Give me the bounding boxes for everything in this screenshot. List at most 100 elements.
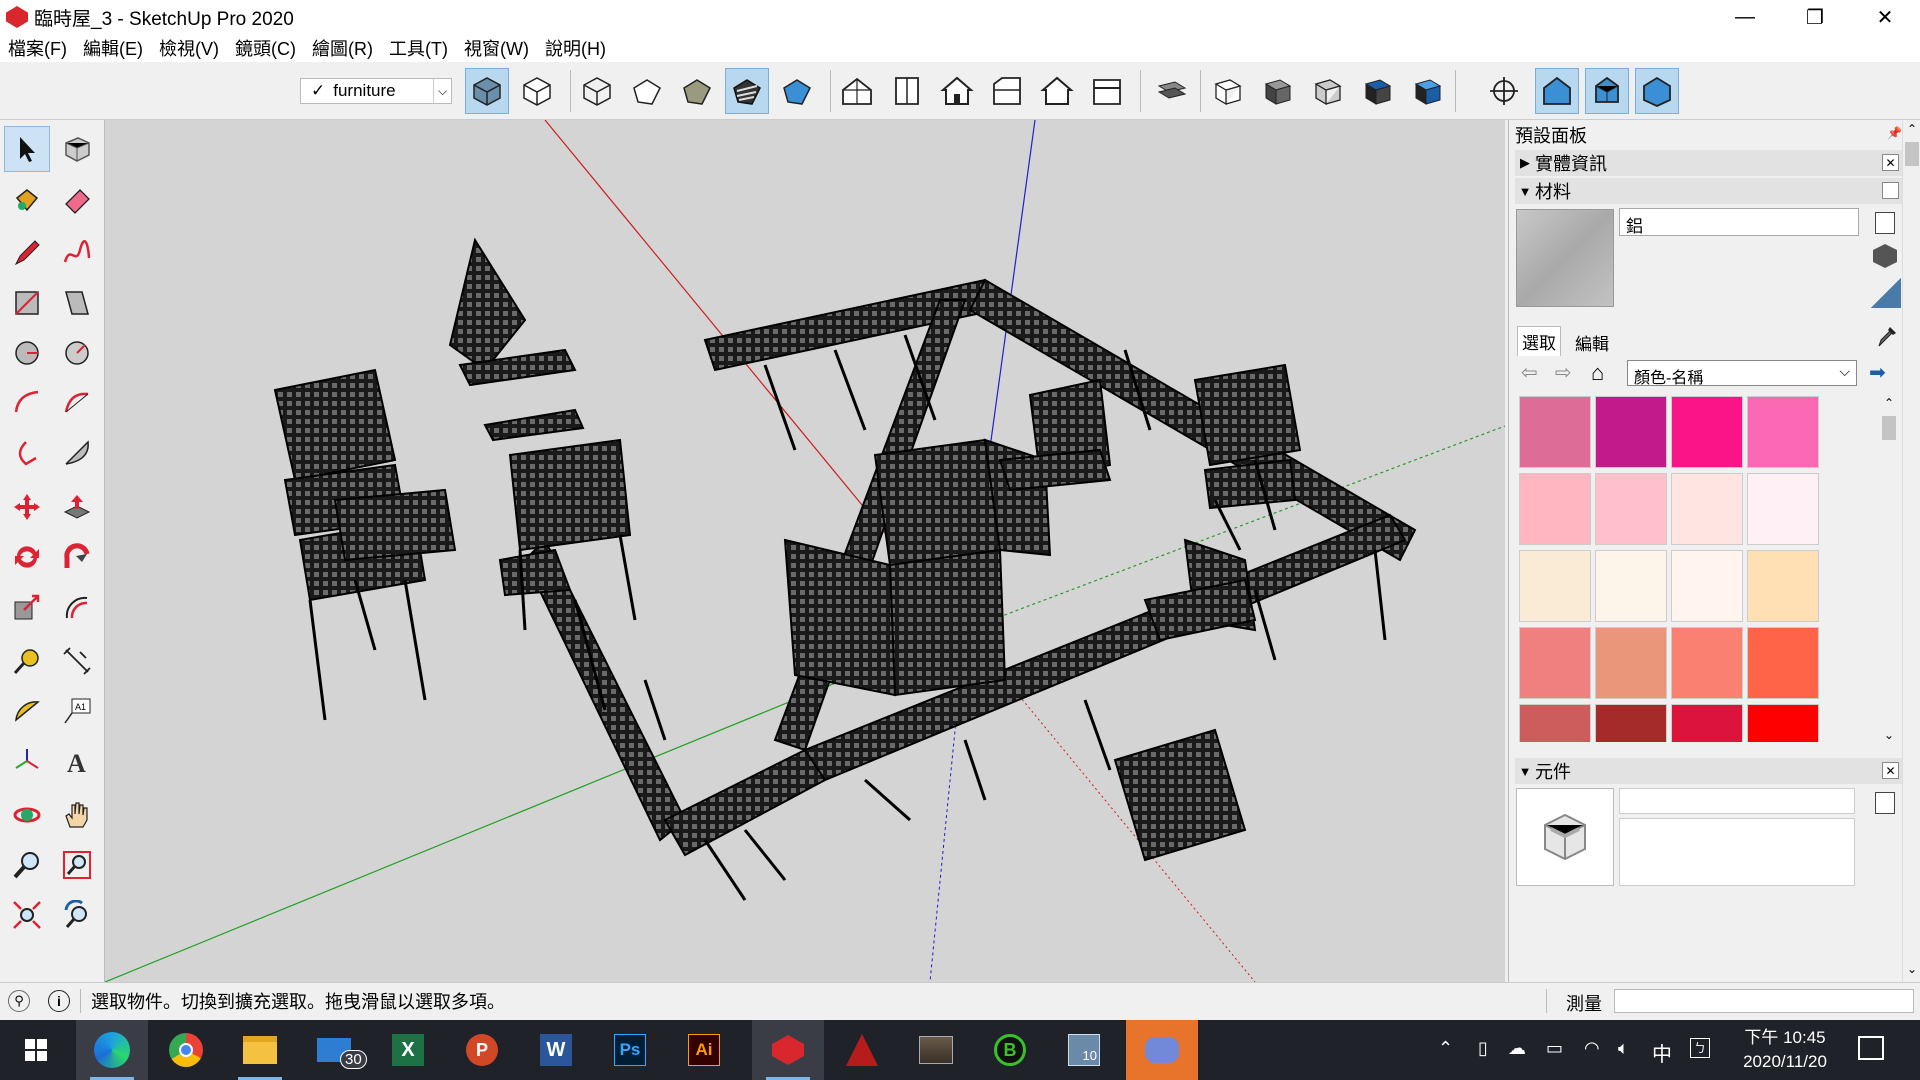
axes-tool[interactable] (4, 738, 50, 784)
two-point-arc-tool[interactable] (54, 380, 100, 426)
taskbar-app-green[interactable]: B (974, 1020, 1046, 1080)
create-material-icon[interactable] (1875, 212, 1895, 234)
scale-tool[interactable] (4, 584, 50, 630)
section-plane-button[interactable] (1150, 68, 1194, 114)
taskbar-explorer[interactable] (224, 1020, 296, 1080)
model-viewport[interactable] (105, 120, 1505, 982)
layer-selector[interactable]: ✓ furniture ⌵ (300, 78, 452, 104)
taskbar-edge[interactable] (76, 1020, 148, 1080)
taskbar-word[interactable]: W (520, 1020, 592, 1080)
zoom-window-tool[interactable] (54, 842, 100, 888)
menu-view[interactable]: 檢視(V) (151, 35, 227, 61)
offset-tool[interactable] (54, 584, 100, 630)
text-tool[interactable]: A1 (54, 688, 100, 734)
previous-view-tool[interactable] (54, 892, 100, 938)
back-view-button[interactable] (1035, 68, 1079, 114)
position-camera-button[interactable] (1482, 68, 1526, 114)
ime-indicator[interactable]: 中 (1652, 1038, 1672, 1067)
menu-file[interactable]: 檔案(F) (0, 35, 75, 61)
rotated-rectangle-tool[interactable] (54, 280, 100, 326)
wireframe-button[interactable] (575, 68, 619, 114)
view-front-blue-button[interactable] (1635, 68, 1679, 114)
material-swatch[interactable] (1595, 704, 1667, 742)
create-component-icon[interactable] (1875, 792, 1895, 814)
material-swatch[interactable] (1671, 473, 1743, 545)
material-swatch[interactable] (1595, 396, 1667, 468)
taskbar-discord[interactable] (1126, 1020, 1198, 1080)
geo-location-icon[interactable]: ⚲ (8, 989, 30, 1012)
tray-scrollbar[interactable]: ⌃ ⌄ (1902, 120, 1920, 982)
move-tool[interactable] (4, 484, 50, 530)
components-section[interactable]: ▼ 元件 ✕ (1515, 758, 1903, 784)
material-swatch[interactable] (1747, 550, 1819, 622)
pan-tool[interactable] (54, 792, 100, 838)
material-swatch[interactable] (1747, 627, 1819, 699)
material-swatch[interactable] (1519, 550, 1591, 622)
menu-tools[interactable]: 工具(T) (381, 35, 456, 61)
material-swatch[interactable] (1519, 396, 1591, 468)
material-swatch[interactable] (1671, 550, 1743, 622)
taskbar-autocad[interactable] (826, 1020, 898, 1080)
polygon-tool[interactable] (54, 330, 100, 376)
arc-tool[interactable] (4, 380, 50, 426)
entity-info-section[interactable]: ▶ 實體資訊 ✕ (1515, 150, 1903, 176)
shaded-textures-button[interactable] (725, 68, 769, 114)
zoom-tool[interactable] (4, 842, 50, 888)
eraser-tool[interactable] (54, 176, 100, 222)
tab-edit[interactable]: 編輯 (1571, 328, 1613, 357)
scroll-thumb[interactable] (1882, 416, 1896, 440)
hidden-line-button[interactable] (625, 68, 669, 114)
ime-mode-icon[interactable]: ㄅ (1690, 1038, 1710, 1058)
layer-dropdown-icon[interactable]: ⌵ (433, 79, 451, 103)
battery-icon[interactable]: ▭ (1546, 1038, 1563, 1059)
onedrive-cloud-icon[interactable]: ☁ (1508, 1038, 1526, 1059)
style-shaded-button[interactable] (1405, 68, 1449, 114)
tray-scroll-down-icon[interactable]: ⌄ (1903, 962, 1920, 976)
close-window-button[interactable]: ✕ (1850, 0, 1920, 34)
push-pull-tool[interactable] (54, 484, 100, 530)
taskbar-photoshop[interactable]: Ps (594, 1020, 666, 1080)
pin-icon[interactable]: 📌 (1887, 126, 1902, 140)
material-swatch[interactable] (1519, 473, 1591, 545)
right-view-button[interactable] (985, 68, 1029, 114)
rectangle-tool[interactable] (4, 280, 50, 326)
material-swatch[interactable] (1747, 396, 1819, 468)
material-swatch[interactable] (1747, 473, 1819, 545)
top-view-button[interactable] (885, 68, 929, 114)
library-dropdown[interactable]: 顏色-名稱 ⌵ (1627, 360, 1857, 387)
tape-measure-tool[interactable] (4, 638, 50, 684)
home-icon[interactable]: ⌂ (1591, 360, 1604, 386)
menu-draw[interactable]: 繪圖(R) (304, 35, 381, 61)
orbit-tool[interactable] (4, 792, 50, 838)
taskbar-illustrator[interactable]: Ai (668, 1020, 740, 1080)
view-iso-blue-button[interactable] (1535, 68, 1579, 114)
material-swatch[interactable] (1671, 396, 1743, 468)
tray-scroll-up-icon[interactable]: ⌃ (1903, 122, 1920, 136)
style-wire-button[interactable] (1305, 68, 1349, 114)
make-component-tool[interactable] (54, 126, 100, 172)
material-swatch[interactable] (1519, 704, 1591, 742)
details-arrow-icon[interactable]: ➡ (1869, 360, 1886, 385)
taskbar-image-viewer[interactable] (900, 1020, 972, 1080)
taskbar-chrome[interactable] (150, 1020, 222, 1080)
tab-select[interactable]: 選取 (1517, 326, 1561, 356)
3d-text-tool[interactable]: A (54, 738, 100, 784)
close-entity-info-button[interactable]: ✕ (1882, 154, 1899, 171)
back-edges-button[interactable] (515, 68, 559, 114)
forward-arrow-icon[interactable]: ⇨ (1555, 360, 1572, 385)
material-swatch[interactable] (1747, 704, 1819, 742)
menu-camera[interactable]: 鏡頭(C) (227, 35, 304, 61)
pie-tool[interactable] (4, 430, 50, 476)
minimize-button[interactable]: — (1710, 0, 1780, 34)
front-view-button[interactable] (935, 68, 979, 114)
xray-style-button[interactable] (465, 68, 509, 114)
volume-icon[interactable]: 🔈︎ (1618, 1038, 1629, 1059)
scroll-down-icon[interactable]: ⌄ (1880, 728, 1898, 742)
eyedropper-icon[interactable] (1875, 324, 1899, 348)
dimension-tool[interactable] (54, 638, 100, 684)
follow-me-tool[interactable] (54, 534, 100, 580)
component-description-field[interactable] (1619, 818, 1855, 886)
notification-icon[interactable] (1858, 1036, 1884, 1060)
taskbar-mail[interactable]: 30 (298, 1020, 370, 1080)
protractor-tool[interactable] (4, 688, 50, 734)
